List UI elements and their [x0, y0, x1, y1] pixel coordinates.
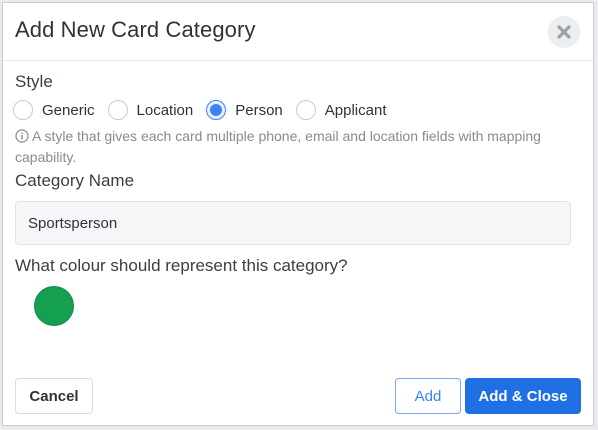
- add-button[interactable]: Add: [395, 378, 461, 414]
- radio-label-location: Location: [136, 101, 194, 119]
- radio-selected-dot: [210, 104, 223, 116]
- radio-label-applicant: Applicant: [324, 101, 387, 119]
- close-icon: [557, 25, 571, 39]
- dialog-header: Add New Card Category: [3, 3, 593, 61]
- radio-option-location[interactable]: Location: [107, 100, 194, 120]
- radio-label-generic: Generic: [42, 101, 95, 119]
- info-circle-icon: [15, 126, 29, 147]
- category-name-input[interactable]: Sportsperson: [15, 201, 571, 245]
- radio-option-person[interactable]: Person: [206, 100, 283, 120]
- colour-label: What colour should represent this catego…: [15, 256, 348, 275]
- colour-swatch[interactable]: [34, 286, 74, 326]
- style-help-text: A style that gives each card multiple ph…: [15, 126, 575, 168]
- radio-label-person: Person: [235, 101, 283, 119]
- add-card-category-dialog: Add New Card Category Style Generic Loca…: [2, 2, 594, 426]
- style-label: Style: [15, 72, 53, 91]
- add-close-button[interactable]: Add & Close: [465, 378, 581, 414]
- dialog-title: Add New Card Category: [15, 17, 256, 42]
- radio-applicant[interactable]: [295, 100, 316, 120]
- style-radio-group: Generic Location Person Applicant: [13, 99, 400, 121]
- radio-option-applicant[interactable]: Applicant: [295, 100, 387, 120]
- cancel-button[interactable]: Cancel: [15, 378, 93, 414]
- help-text: A style that gives each card multiple ph…: [15, 128, 541, 165]
- category-name-value: Sportsperson: [28, 214, 118, 232]
- radio-person[interactable]: [206, 100, 227, 120]
- close-button[interactable]: [548, 16, 580, 48]
- radio-location[interactable]: [107, 100, 128, 120]
- category-name-label: Category Name: [15, 171, 135, 190]
- radio-option-generic[interactable]: Generic: [13, 100, 95, 120]
- radio-generic[interactable]: [13, 100, 33, 120]
